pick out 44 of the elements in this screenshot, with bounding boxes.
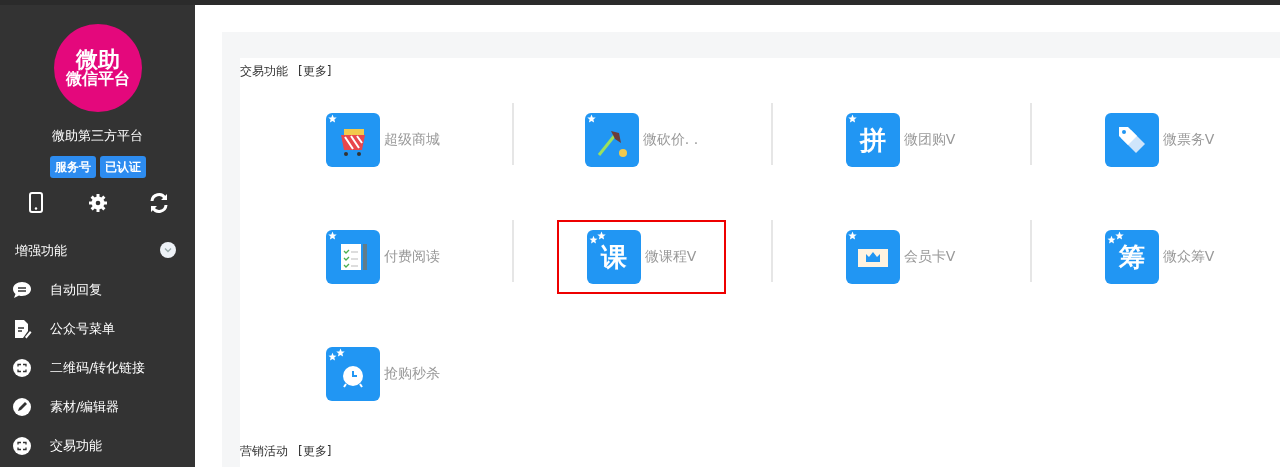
chat-icon <box>12 279 32 300</box>
icon-glyph: 课 <box>600 243 627 270</box>
chevron-icon[interactable] <box>160 242 176 259</box>
app-item[interactable]: 微票务V <box>1074 102 1245 177</box>
crown-card-icon <box>845 229 900 284</box>
icon-glyph: 拼 <box>859 126 886 153</box>
app-item[interactable]: 微砍价. . <box>554 102 729 177</box>
menu-item[interactable]: 二维码/转化链接 <box>50 357 146 378</box>
tag-icon <box>1104 112 1159 167</box>
menu-item[interactable]: 公众号菜单 <box>50 318 115 339</box>
app-item[interactable]: 会员卡V <box>815 219 986 294</box>
pencil-icon <box>12 396 32 417</box>
settings-icon[interactable] <box>87 191 108 214</box>
more-link[interactable]: [更多] <box>298 442 332 460</box>
shopping-cart-icon <box>325 112 380 167</box>
icon-glyph: 筹 <box>1118 243 1145 270</box>
app-item[interactable]: 课 微课程V <box>556 219 727 294</box>
account-name: 微助第三方平台 <box>51 127 144 145</box>
app-item[interactable]: 抢购秒杀 <box>295 336 470 411</box>
app-icon <box>845 112 900 167</box>
phone-icon[interactable] <box>26 191 46 214</box>
status-tag: 服务号 <box>49 155 96 178</box>
menu-item[interactable]: 自动回复 <box>50 279 102 300</box>
document-edit-icon <box>12 318 32 339</box>
menu-item[interactable]: 交易功能 <box>50 435 102 456</box>
app-icon <box>586 229 641 284</box>
app-item[interactable]: 筹 微众筹V <box>1074 219 1245 294</box>
alarm-clock-icon <box>325 346 380 401</box>
logo: 微助 微信平台 <box>53 24 142 112</box>
app-item[interactable]: 付费阅读 <box>295 219 470 294</box>
section-title: 交易功能 <box>240 63 288 80</box>
app-item[interactable]: 拼 微团购V <box>815 102 986 177</box>
link-icon <box>12 357 32 378</box>
refresh-icon[interactable] <box>149 191 169 214</box>
menu-item[interactable]: 素材/编辑器 <box>50 396 120 417</box>
more-link[interactable]: [更多] <box>298 62 332 80</box>
checklist-icon <box>325 229 380 284</box>
app-icon <box>1104 229 1159 284</box>
section-label: 增强功能 <box>15 241 67 260</box>
link-icon <box>12 435 32 456</box>
status-tag: 已认证 <box>99 155 146 178</box>
app-item[interactable]: 超级商城 <box>295 102 470 177</box>
section-title: 营销活动 <box>240 443 288 460</box>
axe-icon <box>584 112 639 167</box>
